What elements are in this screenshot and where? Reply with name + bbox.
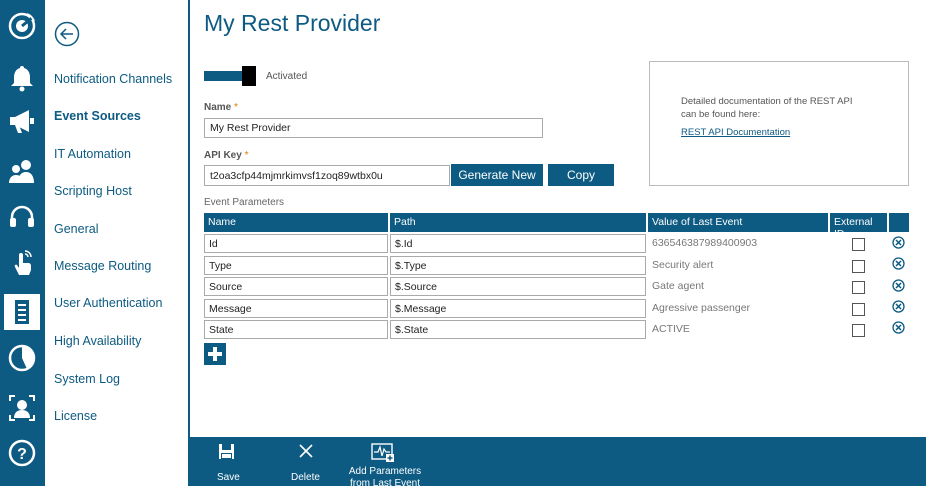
- toggle-knob: [242, 66, 256, 86]
- param-path-input[interactable]: [390, 299, 646, 318]
- name-field[interactable]: [204, 118, 543, 138]
- remove-row-icon[interactable]: [892, 236, 905, 249]
- toggle-label: Activated: [266, 71, 308, 82]
- column-header-path: Path: [390, 213, 646, 232]
- column-header-actions: [889, 213, 909, 232]
- documentation-text-line2: can be found here:: [681, 109, 761, 120]
- nav-item-notification-channels[interactable]: Notification Channels: [54, 72, 172, 86]
- nav-item-user-authentication[interactable]: User Authentication: [54, 296, 162, 310]
- nav-item-license[interactable]: License: [54, 409, 97, 423]
- name-label-text: Name: [204, 102, 232, 113]
- documentation-box: Detailed documentation of the REST API c…: [649, 61, 909, 186]
- help-icon[interactable]: ?: [4, 435, 40, 471]
- event-parameters-label: Event Parameters: [204, 197, 285, 208]
- remove-row-icon[interactable]: [892, 321, 905, 334]
- param-path-input[interactable]: [390, 277, 646, 296]
- waveform-add-icon: [371, 443, 394, 462]
- param-last-value: 636546387989400903: [652, 237, 758, 249]
- megaphone-icon[interactable]: [4, 103, 40, 139]
- external-id-checkbox[interactable]: [852, 281, 865, 294]
- required-mark: *: [244, 150, 249, 161]
- svg-text:?: ?: [17, 446, 27, 463]
- external-id-checkbox[interactable]: [852, 324, 865, 337]
- back-arrow-icon[interactable]: [54, 21, 80, 47]
- nav-item-event-sources[interactable]: Event Sources: [54, 109, 141, 123]
- generate-new-button[interactable]: Generate New: [451, 164, 543, 186]
- apikey-field[interactable]: [204, 165, 450, 186]
- add-parameters-label-line2: from Last Event: [349, 478, 421, 486]
- nav-item-message-routing[interactable]: Message Routing: [54, 259, 151, 273]
- user-frame-icon[interactable]: [4, 390, 40, 426]
- radar-icon[interactable]: [4, 8, 40, 44]
- param-last-value: Security alert: [652, 259, 714, 271]
- param-name-input[interactable]: [204, 256, 388, 275]
- delete-button[interactable]: Delete: [288, 437, 324, 486]
- remove-row-icon[interactable]: [892, 257, 905, 270]
- server-icon[interactable]: [4, 294, 40, 330]
- external-id-checkbox[interactable]: [852, 260, 865, 273]
- close-icon: [299, 444, 313, 458]
- remove-row-icon[interactable]: [892, 300, 905, 313]
- pie-chart-icon[interactable]: [4, 340, 40, 376]
- name-label: Name *: [204, 102, 238, 113]
- param-last-value: ACTIVE: [652, 323, 690, 335]
- floppy-disk-icon: [219, 444, 234, 459]
- plus-icon: [208, 347, 222, 361]
- column-header-external-id: External ID: [830, 213, 887, 240]
- users-icon[interactable]: [4, 153, 40, 189]
- apikey-label-text: API Key: [204, 150, 242, 161]
- save-label: Save: [217, 472, 240, 483]
- param-path-input[interactable]: [390, 256, 646, 275]
- param-last-value: Agressive passenger: [652, 302, 751, 314]
- param-path-input[interactable]: [390, 320, 646, 339]
- copy-button[interactable]: Copy: [548, 164, 614, 186]
- icon-rail: ?: [0, 0, 45, 486]
- rest-api-documentation-link[interactable]: REST API Documentation: [681, 127, 790, 138]
- remove-row-icon[interactable]: [892, 279, 905, 292]
- external-id-checkbox[interactable]: [852, 303, 865, 316]
- page-title: My Rest Provider: [204, 10, 381, 36]
- param-name-input[interactable]: [204, 320, 388, 339]
- nav-item-it-automation[interactable]: IT Automation: [54, 147, 131, 161]
- settings-nav: Notification Channels Event Sources IT A…: [45, 0, 190, 486]
- bottom-toolbar: Save Delete Add Parameters from Last Eve…: [190, 437, 926, 486]
- nav-item-general[interactable]: General: [54, 222, 98, 236]
- documentation-text-line1: Detailed documentation of the REST API: [681, 96, 853, 107]
- param-name-input[interactable]: [204, 299, 388, 318]
- save-button[interactable]: Save: [212, 437, 242, 486]
- column-header-value: Value of Last Event: [648, 213, 828, 232]
- nav-item-high-availability[interactable]: High Availability: [54, 334, 141, 348]
- activated-toggle[interactable]: [204, 66, 256, 86]
- add-parameter-button[interactable]: [204, 343, 226, 365]
- apikey-label: API Key *: [204, 150, 248, 161]
- headset-icon[interactable]: [4, 200, 40, 236]
- external-id-checkbox[interactable]: [852, 238, 865, 251]
- touch-icon[interactable]: [4, 245, 40, 281]
- column-header-name: Name: [204, 213, 388, 232]
- bell-icon[interactable]: [4, 60, 40, 96]
- delete-label: Delete: [291, 472, 320, 483]
- add-parameters-label-line1: Add Parameters: [348, 466, 422, 477]
- param-name-input[interactable]: [204, 277, 388, 296]
- param-path-input[interactable]: [390, 234, 646, 253]
- param-name-input[interactable]: [204, 234, 388, 253]
- add-parameters-label: Add Parameters from Last Event: [345, 466, 425, 486]
- required-mark: *: [234, 102, 238, 113]
- param-last-value: Gate agent: [652, 280, 704, 292]
- nav-item-scripting-host[interactable]: Scripting Host: [54, 184, 132, 198]
- nav-item-system-log[interactable]: System Log: [54, 372, 120, 386]
- add-parameters-from-last-event-button[interactable]: Add Parameters from Last Event: [345, 437, 425, 486]
- documentation-text: Detailed documentation of the REST API c…: [681, 95, 891, 121]
